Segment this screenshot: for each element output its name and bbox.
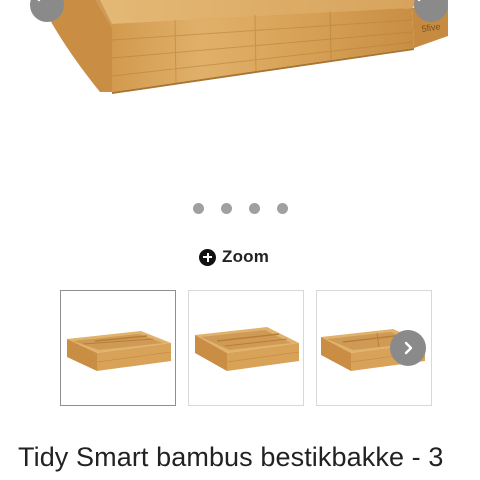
carousel-dot[interactable]: [220, 203, 232, 214]
chevron-right-icon: [417, 0, 421, 2]
carousel-dot[interactable]: [276, 203, 288, 214]
product-page: 5five Zoom Tidy Smart bambus bestikbakke…: [0, 0, 480, 480]
thumbnail-2[interactable]: [188, 290, 304, 406]
carousel-dots: [0, 203, 480, 214]
product-main-image[interactable]: 5five: [0, 0, 480, 180]
bamboo-tray-thumbnail: [195, 327, 300, 371]
product-title: Tidy Smart bambus bestikbakke - 3: [18, 442, 444, 472]
bamboo-tray-thumbnail: [67, 331, 172, 371]
zoom-button[interactable]: Zoom: [199, 247, 269, 267]
carousel-dot[interactable]: [192, 203, 204, 214]
plus-circle-icon: [199, 248, 216, 266]
carousel-dot[interactable]: [248, 203, 260, 214]
bamboo-tray-image: 5five: [50, 0, 448, 94]
chevron-right-icon: [404, 341, 413, 355]
thumbnails-next-button[interactable]: [390, 330, 426, 366]
thumbnail-1[interactable]: [60, 290, 176, 406]
chevron-left-icon: [37, 0, 41, 2]
zoom-label: Zoom: [222, 247, 270, 266]
